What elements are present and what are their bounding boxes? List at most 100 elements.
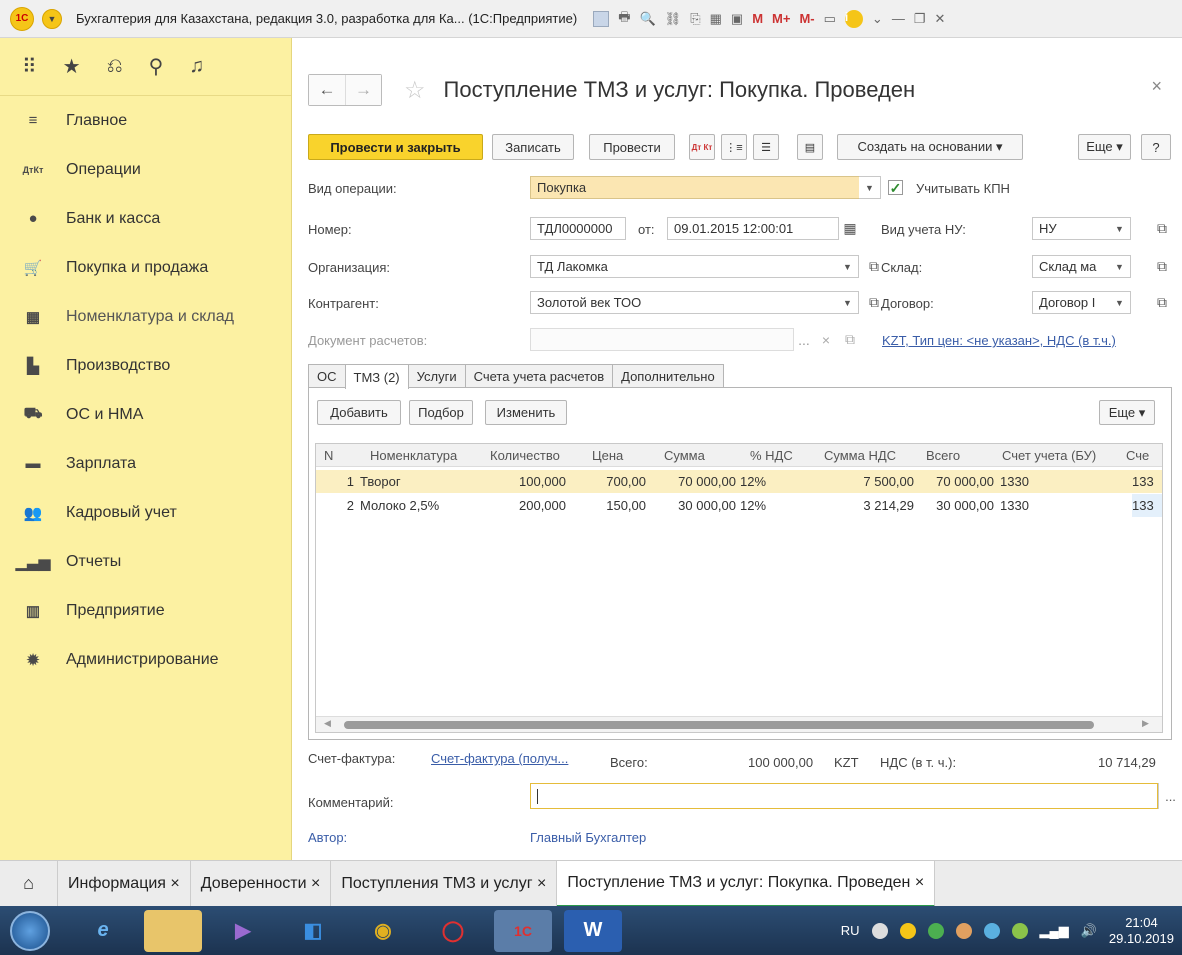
save-button[interactable]: Записать [492,134,574,160]
tab-additional[interactable]: Дополнительно [612,364,724,388]
row-quantity[interactable]: 100,000 [476,470,566,493]
col-header[interactable]: N [324,444,354,467]
language-indicator[interactable]: RU [841,923,860,938]
organization-dropdown-icon[interactable]: ▼ [837,255,859,278]
tray-1c-icon[interactable] [899,922,916,939]
1c-logo-icon[interactable]: 1С [10,6,34,31]
tab-settlement-accounts[interactable]: Счета учета расчетов [464,364,614,388]
warehouse-input[interactable]: Склад ма [1032,255,1110,278]
row-account2[interactable]: 133 [1132,494,1162,517]
ie-browser-icon[interactable]: e [74,910,132,952]
history-icon[interactable]: ⎌ [107,55,123,78]
sidebar-item-reports[interactable]: ▁▃▅ Отчеты [0,537,291,586]
word-icon[interactable]: W [564,909,622,952]
tab-services[interactable]: Услуги [407,364,466,388]
invoice-link[interactable]: Счет-фактура (получ... [431,751,568,766]
home-icon[interactable]: ⌂ [0,860,58,907]
col-header[interactable]: Сумма НДС [824,444,910,467]
warehouse-open-icon[interactable]: ⧉ [1152,255,1172,278]
tray-check-icon[interactable] [927,922,944,939]
warehouse-dropdown-icon[interactable]: ▼ [1109,255,1131,278]
sidebar-item-salary[interactable]: ▬ Зарплата [0,439,291,488]
sidebar-item-main[interactable]: ≡ Главное [0,96,291,145]
kpn-checkbox[interactable]: ✓ [888,180,903,195]
col-header[interactable]: Цена [592,444,656,467]
op-type-select[interactable]: Покупка [530,176,860,199]
contract-input[interactable]: Договор I [1032,291,1110,314]
link-icon[interactable]: ⛓ [665,11,682,27]
col-header[interactable]: Количество [490,444,582,467]
memory-m-icon[interactable]: M [752,11,763,26]
row-account[interactable]: 1330 [1000,470,1060,493]
help-button[interactable]: ? [1141,134,1171,160]
window-layout-icon[interactable]: ▭ [824,11,836,27]
favorite-star-icon[interactable]: ☆ [404,76,426,105]
contract-dropdown-icon[interactable]: ▼ [1109,291,1131,314]
author-link[interactable]: Главный Бухгалтер [530,830,646,845]
1c-app-icon[interactable]: 1С [494,909,552,952]
row-item[interactable]: Молоко 2,5% [360,494,480,517]
scroll-thumb[interactable] [344,721,1094,729]
scroll-left-icon[interactable]: ◀ [324,718,331,729]
back-arrow-icon[interactable]: ← [309,75,345,105]
sidebar-item-nomenclature[interactable]: ▦ Номенклатура и склад [0,292,291,341]
chevron-down-icon[interactable]: ⌄ [872,11,883,27]
calendar-icon[interactable]: ▦ [840,217,860,240]
sidebar-item-production[interactable]: ▙ Производство [0,341,291,390]
date-input[interactable]: 09.01.2015 12:00:01 [667,217,839,240]
settlement-clear-icon[interactable]: × [816,328,836,351]
all-functions-icon[interactable]: ⠿ [22,54,37,79]
post-and-close-button[interactable]: Провести и закрыть [308,134,483,160]
sidebar-item-bank[interactable]: ● Банк и касса [0,194,291,243]
print-icon[interactable]: 🖶 [618,8,630,30]
col-header[interactable]: % НДС [750,444,816,467]
row-sum[interactable]: 30 000,00 [646,494,736,517]
settlement-more-icon[interactable]: ... [794,328,814,351]
contractor-input[interactable]: Золотой век ТОО [530,291,838,314]
save-icon[interactable] [593,10,610,27]
volume-icon[interactable]: 🔊 [1081,923,1097,939]
nu-type-select[interactable]: НУ [1032,217,1110,240]
row-account[interactable]: 1330 [1000,494,1060,517]
row-vat-rate[interactable]: 12% [740,470,790,493]
table-row[interactable]: 1 Творог 100,000 700,00 70 000,00 12% 7 … [316,470,1162,493]
sidebar-item-enterprise[interactable]: ▥ Предприятие [0,586,291,635]
scroll-right-icon[interactable]: ▶ [1142,718,1149,729]
edit-button[interactable]: Изменить [485,400,567,425]
pick-button[interactable]: Подбор [409,400,473,425]
table-row[interactable]: 2 Молоко 2,5% 200,000 150,00 30 000,00 1… [316,494,1162,517]
search-link-icon[interactable]: ⎘ [690,11,700,27]
row-total[interactable]: 70 000,00 [916,470,994,493]
contractor-dropdown-icon[interactable]: ▼ [837,291,859,314]
col-header[interactable]: Сумма [664,444,744,467]
more-actions-button[interactable]: Еще ▾ [1078,134,1131,160]
tray-network-icon[interactable] [983,922,1000,939]
col-header[interactable]: Номенклатура [370,444,486,467]
add-row-button[interactable]: Добавить [317,400,401,425]
calculator-icon[interactable]: ▦ [710,11,722,27]
preview-icon[interactable]: 🔍 [639,11,655,27]
post-button[interactable]: Провести [589,134,675,160]
dt-kt-button-icon[interactable]: Дт Кт [689,134,715,160]
row-vat-sum[interactable]: 3 214,29 [816,494,914,517]
row-quantity[interactable]: 200,000 [476,494,566,517]
sidebar-item-admin[interactable]: ✹ Администрирование [0,635,291,684]
row-account2[interactable]: 133 [1132,470,1162,493]
signal-icon[interactable]: ▂▄▆ [1040,923,1069,939]
settlement-open-icon[interactable]: ⧉ [840,328,860,351]
row-vat-sum[interactable]: 7 500,00 [816,470,914,493]
row-price[interactable]: 700,00 [570,470,646,493]
close-window-icon[interactable]: ✕ [934,11,945,27]
tab-inventory[interactable]: ТМЗ (2) [344,364,409,389]
number-input[interactable]: ТДЛ0000000 [530,217,626,240]
comment-more-button[interactable]: ... [1158,783,1182,809]
sidebar-item-operations[interactable]: ДтКт Операции [0,145,291,194]
organization-input[interactable]: ТД Лакомка [530,255,838,278]
nu-dropdown-icon[interactable]: ▼ [1109,217,1131,240]
clock[interactable]: 21:04 29.10.2019 [1109,915,1174,947]
file-explorer-icon[interactable] [144,909,202,952]
memory-plus-icon[interactable]: M+ [772,11,790,26]
media-app-icon[interactable]: ▶ [214,910,272,952]
document-icon[interactable]: ▤ [797,134,823,160]
settlement-doc-input[interactable] [530,328,794,351]
